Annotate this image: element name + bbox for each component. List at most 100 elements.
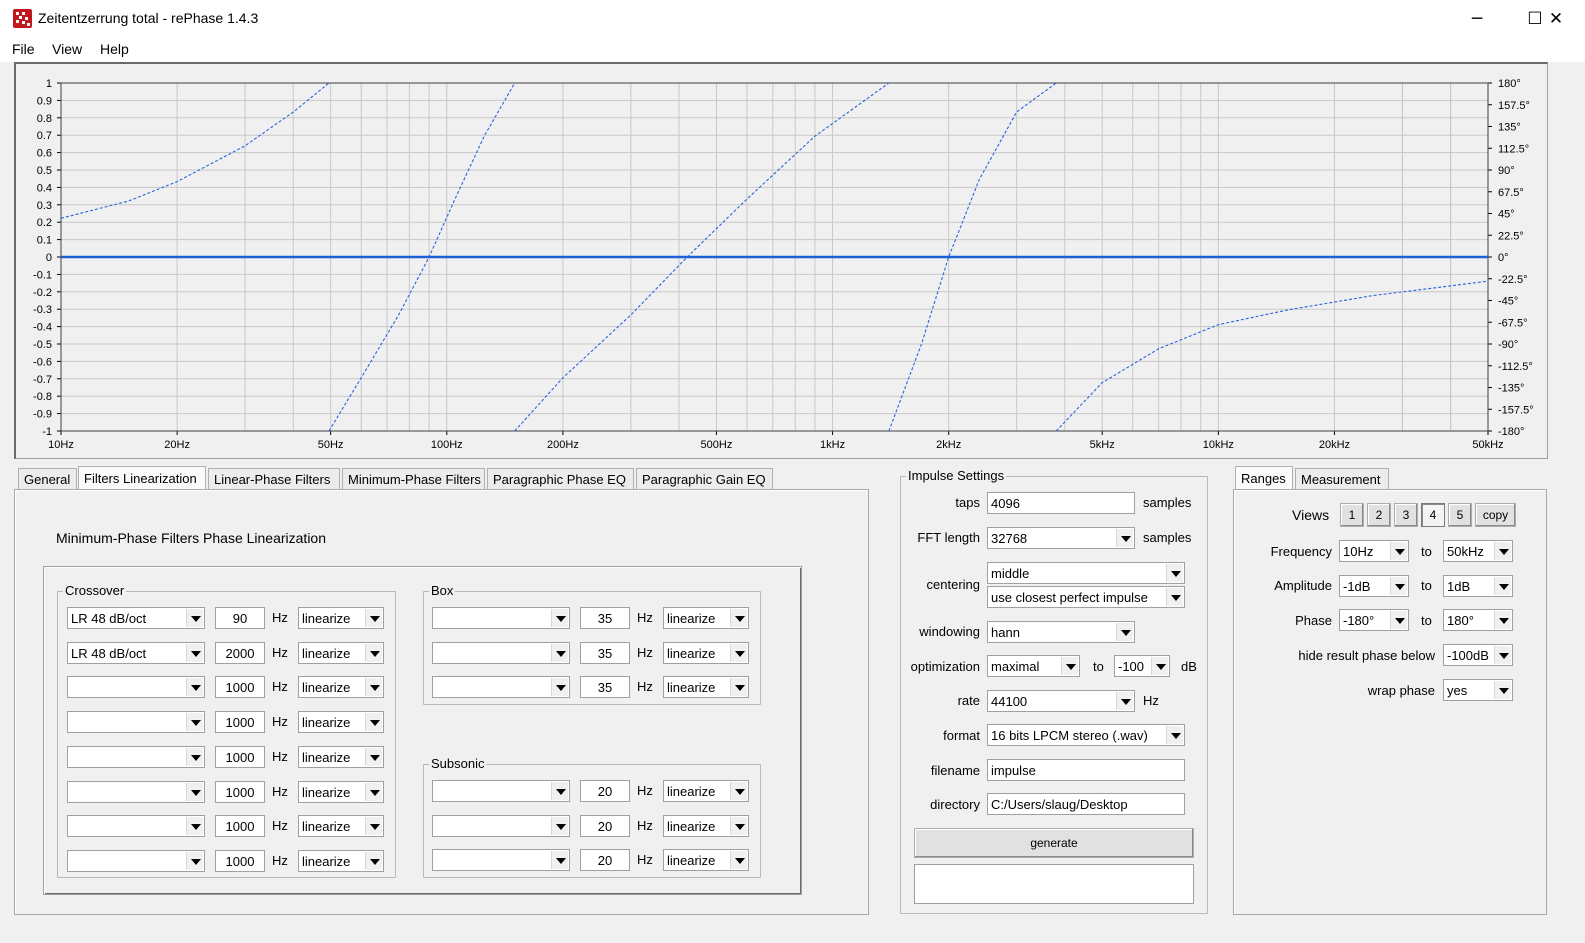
chevron-down-icon	[186, 643, 203, 662]
windowing-select[interactable]: hann	[987, 621, 1135, 643]
tab-paragraphic-gain-eq[interactable]: Paragraphic Gain EQ	[636, 468, 773, 490]
fft-length-select[interactable]: 32768	[987, 527, 1135, 549]
response-chart[interactable]: 1 0.9 0.8 0.7 0.6 0.5 0.4 0.3 0.2 0.1 0 -0.1 -0.2 -0.…	[0, 0, 1585, 460]
view-5-button[interactable]: 5	[1448, 503, 1472, 527]
taps-unit: samples	[1143, 495, 1192, 510]
y-left-tick-label: 0.7	[37, 130, 52, 142]
tab-paragraphic-phase-eq[interactable]: Paragraphic Phase EQ	[487, 468, 634, 490]
box-label: Box	[429, 583, 456, 598]
fft-length-label: FFT length	[917, 530, 980, 545]
subsonic-frequency-input[interactable]: 20	[580, 814, 630, 837]
phase-from-select[interactable]: -180°	[1339, 609, 1409, 631]
crossover-mode-select[interactable]: linearize	[298, 641, 384, 664]
y-left-tick-label: 0.2	[37, 217, 52, 229]
phase-to-select[interactable]: 180°	[1443, 609, 1513, 631]
crossover-type-select[interactable]	[67, 849, 205, 872]
box-type-select[interactable]	[432, 676, 570, 699]
rate-select[interactable]: 44100	[987, 690, 1135, 712]
box-frequency-input[interactable]: 35	[580, 641, 630, 664]
generate-button[interactable]: generate	[914, 828, 1194, 858]
crossover-type-select[interactable]: LR 48 dB/oct	[67, 641, 205, 664]
subsonic-mode-select[interactable]: linearize	[663, 780, 749, 802]
tab-linear-phase-filters[interactable]: Linear-Phase Filters	[208, 468, 340, 490]
optimization-db-unit: dB	[1181, 659, 1197, 674]
crossover-hz-unit: Hz	[272, 644, 288, 660]
box-hz-unit: Hz	[637, 644, 653, 660]
crossover-frequency-input[interactable]: 1000	[215, 745, 265, 768]
crossover-type-select[interactable]: LR 48 dB/oct	[67, 607, 205, 629]
y-left-tick-label: -0.7	[33, 374, 52, 386]
view-4-button[interactable]: 4	[1421, 503, 1445, 527]
hide-phase-select[interactable]: -100dB	[1443, 644, 1513, 666]
wrap-phase-label: wrap phase	[1367, 683, 1435, 698]
chevron-down-icon	[730, 782, 747, 800]
crossover-mode-select[interactable]: linearize	[298, 815, 384, 838]
box-mode-select[interactable]: linearize	[663, 607, 749, 629]
centering-select[interactable]: middle	[987, 562, 1185, 584]
subsonic-type-select[interactable]	[432, 814, 570, 837]
crossover-type-select[interactable]	[67, 815, 205, 838]
format-select[interactable]: 16 bits LPCM stereo (.wav)	[987, 724, 1185, 746]
tab-filters-linearization[interactable]: Filters Linearization	[78, 466, 206, 491]
box-type-select[interactable]	[432, 607, 570, 629]
tab-ranges[interactable]: Ranges	[1235, 466, 1293, 491]
y-left-tick-label: 0.6	[37, 148, 52, 160]
chevron-down-icon	[1166, 588, 1183, 606]
crossover-frequency-input[interactable]: 1000	[215, 780, 265, 803]
copy-view-button[interactable]: copy	[1475, 503, 1516, 527]
chevron-down-icon	[1061, 657, 1078, 675]
x-tick-label: 1kHz	[820, 439, 845, 451]
optimization-db-select[interactable]: -100	[1114, 655, 1170, 677]
tab-minimum-phase-filters[interactable]: Minimum-Phase Filters	[342, 468, 485, 490]
subsonic-frequency-input[interactable]: 20	[580, 780, 630, 802]
crossover-frequency-input[interactable]: 1000	[215, 815, 265, 838]
box-frequency-input[interactable]: 35	[580, 607, 630, 629]
frequency-from-select[interactable]: 10Hz	[1339, 540, 1409, 562]
crossover-frequency-input[interactable]: 1000	[215, 676, 265, 699]
x-tick-label: 20Hz	[164, 439, 190, 451]
subsonic-mode-select[interactable]: linearize	[663, 849, 749, 872]
taps-input[interactable]: 4096	[987, 492, 1135, 514]
frequency-to-select[interactable]: 50kHz	[1443, 540, 1513, 562]
crossover-frequency-input[interactable]: 2000	[215, 641, 265, 664]
crossover-mode-select[interactable]: linearize	[298, 711, 384, 734]
chevron-down-icon	[186, 851, 203, 870]
crossover-type-select[interactable]	[67, 780, 205, 803]
crossover-mode-select[interactable]: linearize	[298, 745, 384, 768]
crossover-frequency-input[interactable]: 90	[215, 607, 265, 629]
tab-general[interactable]: General	[18, 468, 77, 490]
rate-unit: Hz	[1143, 693, 1159, 708]
view-2-button[interactable]: 2	[1367, 503, 1391, 527]
crossover-type-select[interactable]	[67, 745, 205, 768]
crossover-mode-select[interactable]: linearize	[298, 849, 384, 872]
centering-mode-select[interactable]: use closest perfect impulse	[987, 586, 1185, 608]
subsonic-type-select[interactable]	[432, 780, 570, 802]
amplitude-to-select[interactable]: 1dB	[1443, 575, 1513, 597]
crossover-type-select[interactable]	[67, 676, 205, 699]
crossover-type-select[interactable]	[67, 711, 205, 734]
tab-measurement[interactable]: Measurement	[1295, 468, 1389, 490]
crossover-frequency-input[interactable]: 1000	[215, 849, 265, 872]
optimization-select[interactable]: maximal	[987, 655, 1080, 677]
crossover-mode-select[interactable]: linearize	[298, 676, 384, 699]
amplitude-from-select[interactable]: -1dB	[1339, 575, 1409, 597]
directory-input[interactable]: C:/Users/slaug/Desktop	[987, 793, 1185, 815]
crossover-mode-select[interactable]: linearize	[298, 607, 384, 629]
x-tick-label: 100Hz	[431, 439, 463, 451]
subsonic-frequency-input[interactable]: 20	[580, 849, 630, 872]
view-3-button[interactable]: 3	[1394, 503, 1418, 527]
y-right-tick-label: 135°	[1498, 122, 1521, 134]
crossover-mode-select[interactable]: linearize	[298, 780, 384, 803]
filename-input[interactable]: impulse	[987, 759, 1185, 781]
subsonic-type-select[interactable]	[432, 849, 570, 872]
y-left-tick-label: -0.8	[33, 391, 52, 403]
box-mode-select[interactable]: linearize	[663, 676, 749, 699]
box-type-select[interactable]	[432, 641, 570, 664]
wrap-phase-select[interactable]: yes	[1443, 679, 1513, 701]
chevron-down-icon	[186, 817, 203, 836]
view-1-button[interactable]: 1	[1340, 503, 1364, 527]
crossover-frequency-input[interactable]: 1000	[215, 711, 265, 734]
subsonic-mode-select[interactable]: linearize	[663, 814, 749, 837]
box-mode-select[interactable]: linearize	[663, 641, 749, 664]
box-frequency-input[interactable]: 35	[580, 676, 630, 699]
